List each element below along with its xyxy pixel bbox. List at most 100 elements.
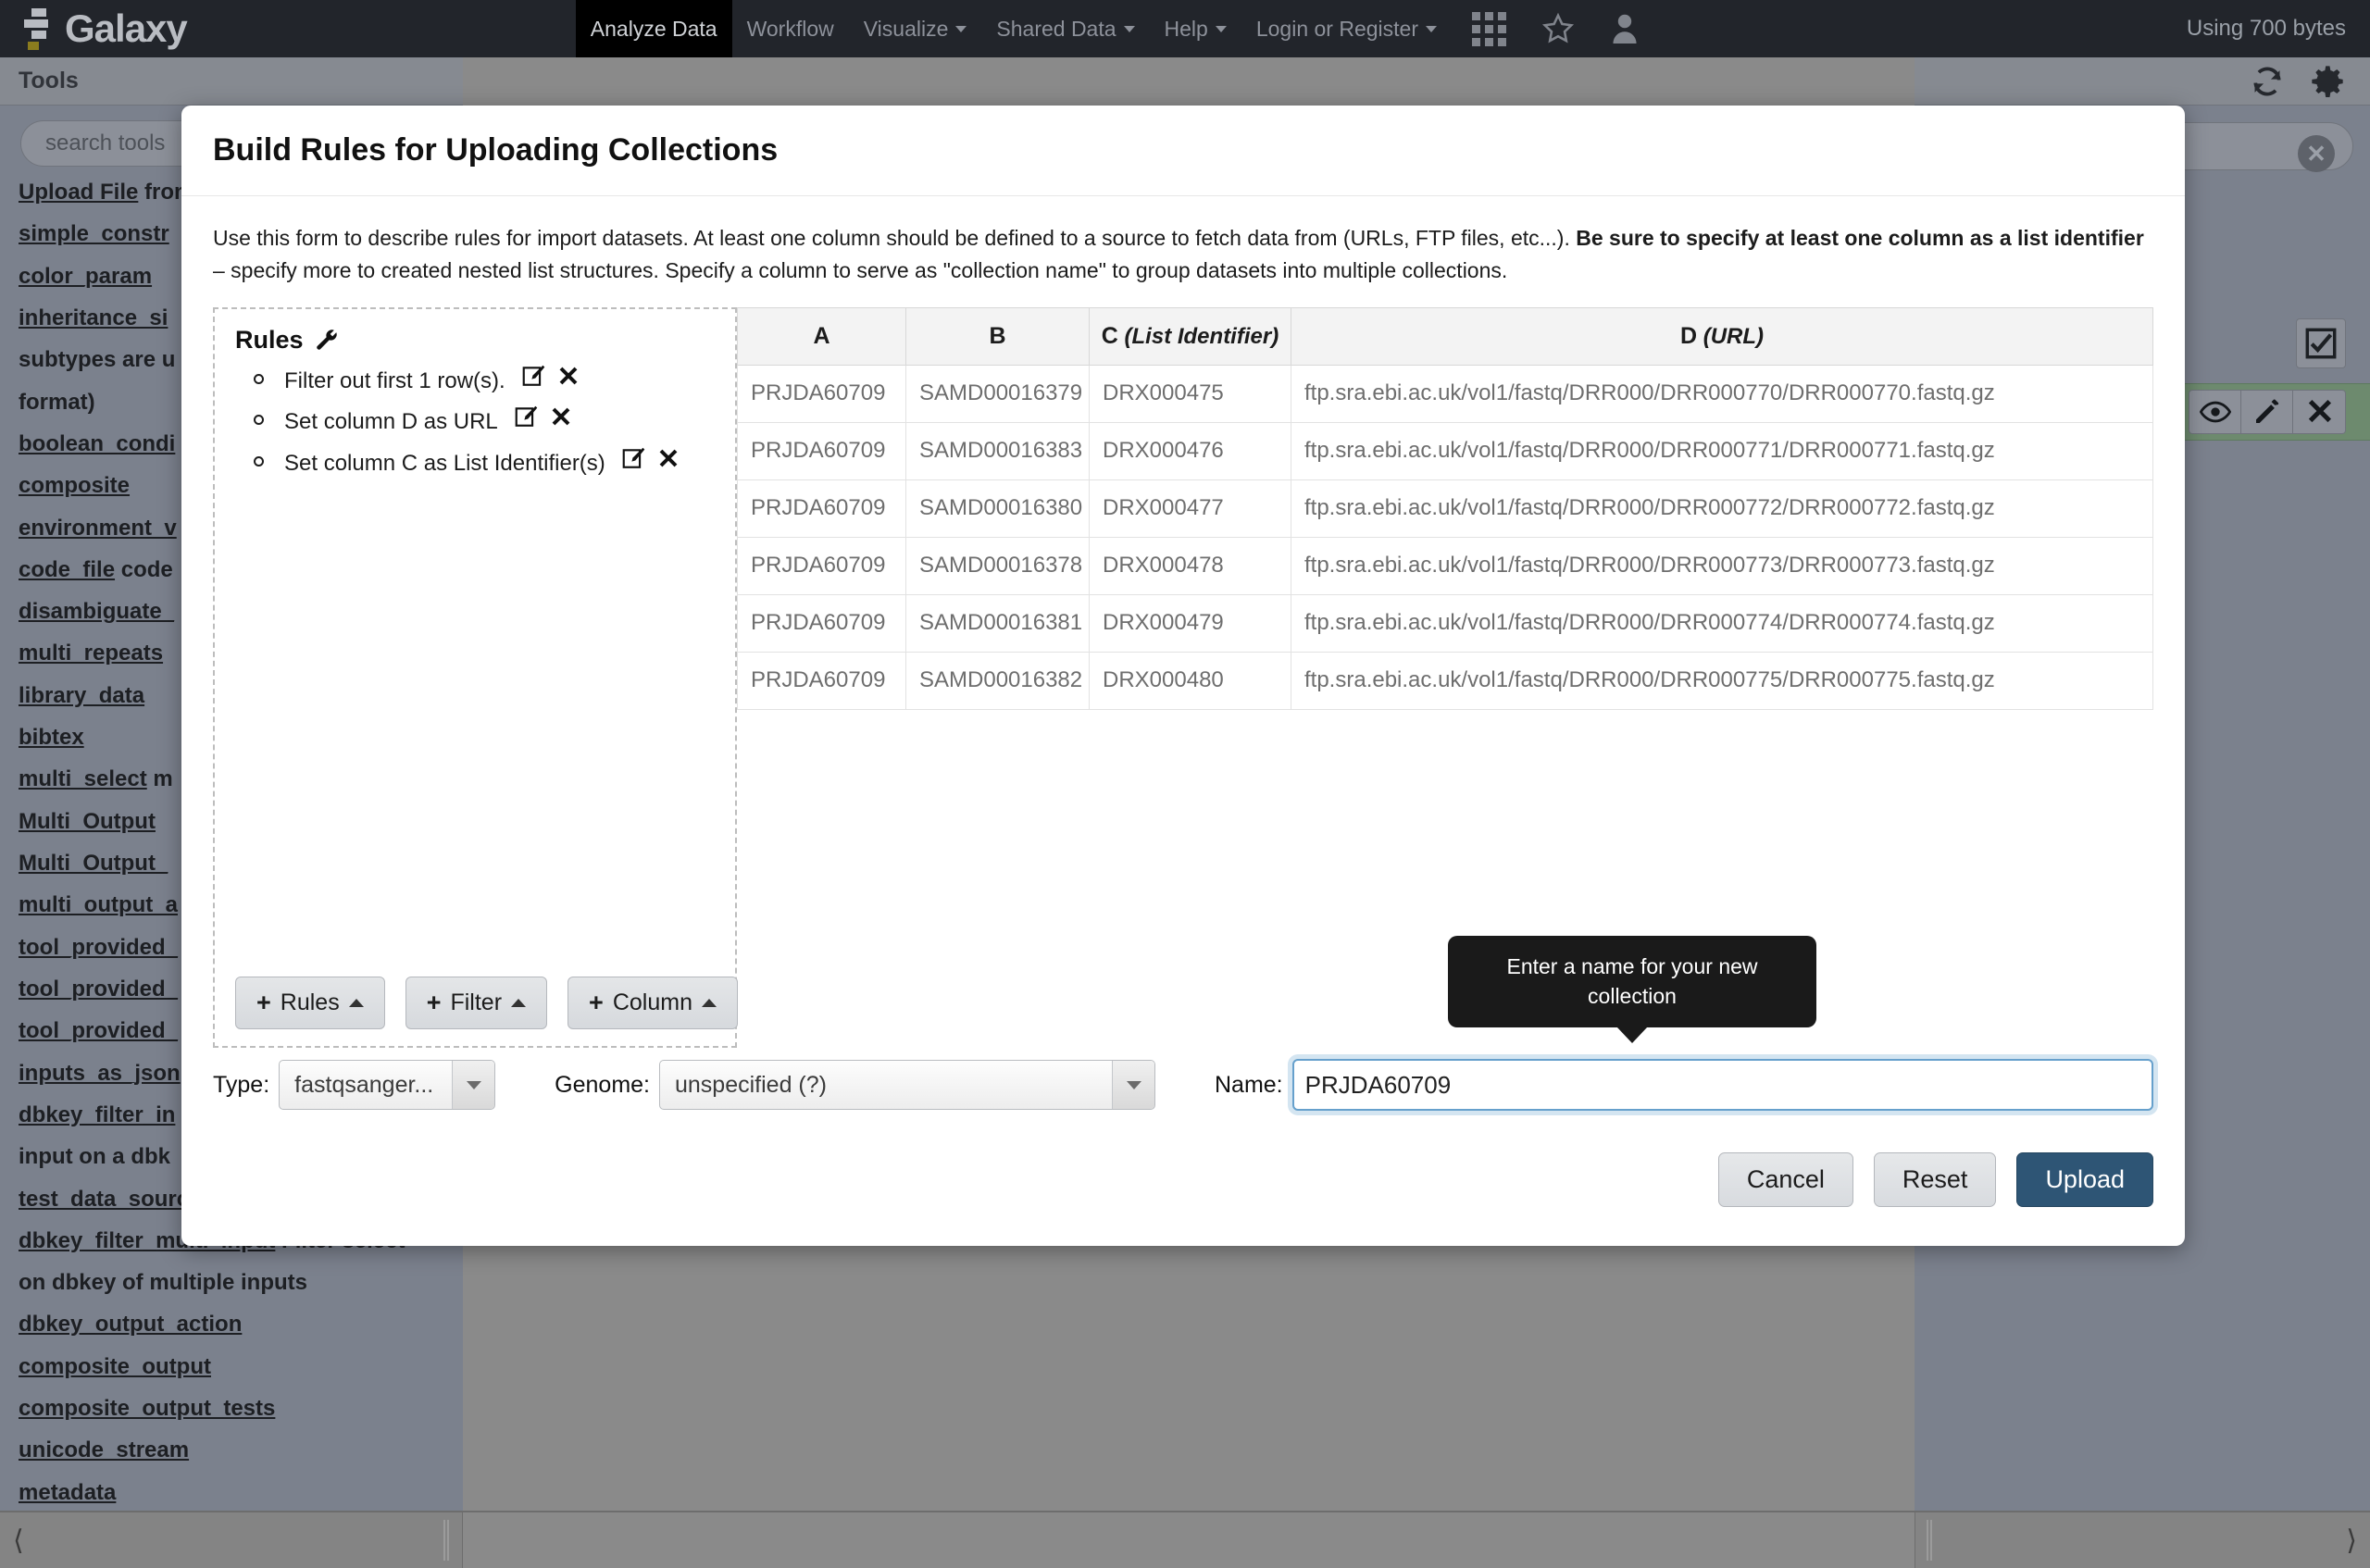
drag-handle-left[interactable] xyxy=(443,1520,451,1561)
tool-list-item[interactable]: composite_output xyxy=(19,1354,448,1380)
upload-button[interactable]: Upload xyxy=(2016,1152,2153,1207)
pencil-icon[interactable] xyxy=(2241,391,2293,433)
table-cell: ftp.sra.ebi.ac.uk/vol1/fastq/DRR000/DRR0… xyxy=(1291,593,2153,653)
remove-icon[interactable] xyxy=(557,365,580,387)
rules-and-table: Rules Filter out first 1 row(s). Set colu… xyxy=(213,306,2153,1048)
chevron-down-icon[interactable] xyxy=(1112,1061,1154,1109)
edit-icon[interactable] xyxy=(522,364,546,388)
name-tooltip: Enter a name for your new collection xyxy=(1448,936,1816,1027)
table-header-cell[interactable]: C (List Identifier) xyxy=(1089,306,1291,366)
tool-link[interactable]: tool_provided_ xyxy=(19,977,178,1002)
chevron-right-icon[interactable]: ⟩ xyxy=(2333,1524,2370,1557)
add-column-button[interactable]: + Column xyxy=(568,976,738,1029)
tool-list-item[interactable]: metadata xyxy=(19,1480,448,1506)
tool-link[interactable]: simple_constr xyxy=(19,221,169,246)
refresh-icon[interactable] xyxy=(2250,64,2285,99)
tool-link[interactable]: composite xyxy=(19,473,130,498)
tool-panel-title: Tools xyxy=(0,57,463,106)
nav-item-visualize[interactable]: Visualize xyxy=(849,0,982,57)
add-rules-button[interactable]: + Rules xyxy=(235,976,385,1029)
table-cell: DRX000476 xyxy=(1089,421,1291,480)
add-column-label: Column xyxy=(612,989,692,1015)
tool-link[interactable]: inheritance_si xyxy=(19,305,168,330)
main-nav: Analyze Data Workflow Visualize Shared D… xyxy=(575,0,1640,57)
tool-link[interactable]: multi_output_a xyxy=(19,892,178,917)
rule-item: Filter out first 1 row(s). xyxy=(235,364,715,399)
table-header-cell[interactable]: A xyxy=(737,306,906,366)
cancel-button[interactable]: Cancel xyxy=(1717,1152,1853,1207)
tool-link[interactable]: metadata xyxy=(19,1480,116,1505)
nav-item-workflow[interactable]: Workflow xyxy=(732,0,849,57)
tool-list-item[interactable]: on dbkey of multiple inputs xyxy=(19,1270,448,1296)
collapse-history-panel[interactable]: ⟩ xyxy=(1915,1511,2370,1568)
tool-link[interactable]: dbkey_output_action xyxy=(19,1312,242,1337)
tool-link[interactable]: composite_output_tests xyxy=(19,1396,275,1421)
table-cell: SAMD00016378 xyxy=(905,536,1090,595)
tool-link[interactable]: boolean_condi xyxy=(19,431,175,456)
tool-link[interactable]: tool_provided_ xyxy=(19,935,178,960)
eye-icon[interactable] xyxy=(2189,391,2241,433)
remove-icon[interactable] xyxy=(550,405,572,428)
nav-item-login-register[interactable]: Login or Register xyxy=(1241,0,1452,57)
tool-link[interactable]: composite_output xyxy=(19,1354,211,1379)
type-select[interactable]: fastqsanger... xyxy=(279,1060,496,1110)
wrench-icon[interactable] xyxy=(314,328,339,353)
table-cell: PRJDA60709 xyxy=(737,536,906,595)
chevron-down-icon xyxy=(1123,25,1135,32)
add-filter-button[interactable]: + Filter xyxy=(405,976,548,1029)
chevron-down-icon[interactable] xyxy=(452,1061,495,1109)
tool-link[interactable]: library_data xyxy=(19,683,144,708)
tool-link[interactable]: Multi_Output xyxy=(19,809,156,834)
nav-item-analyze-data[interactable]: Analyze Data xyxy=(575,0,732,57)
genome-select[interactable]: unspecified (?) xyxy=(659,1060,1155,1110)
tool-link[interactable]: disambiguate_ xyxy=(19,599,174,624)
bullet-icon xyxy=(254,455,264,467)
tool-list-item[interactable]: dbkey_output_action xyxy=(19,1312,448,1338)
user-icon[interactable] xyxy=(1610,12,1640,45)
tool-link[interactable]: inputs_as_json xyxy=(19,1061,181,1086)
brand[interactable]: Galaxy xyxy=(24,8,188,50)
clear-icon[interactable]: ✕ xyxy=(2298,135,2335,172)
edit-icon[interactable] xyxy=(622,446,646,470)
delete-icon[interactable] xyxy=(2293,391,2345,433)
select-all-checkbox[interactable] xyxy=(2296,318,2346,368)
tool-link[interactable]: multi_repeats xyxy=(19,641,163,666)
tool-list-item[interactable]: unicode_stream xyxy=(19,1437,448,1463)
tool-link[interactable]: code_file xyxy=(19,557,115,582)
table-header-cell[interactable]: D (URL) xyxy=(1291,306,2153,366)
tool-link[interactable]: color_param xyxy=(19,264,152,289)
tool-link[interactable]: unicode_stream xyxy=(19,1437,189,1462)
tool-link[interactable]: Upload File xyxy=(19,180,138,205)
tool-link[interactable]: multi_select xyxy=(19,766,147,791)
gear-icon[interactable] xyxy=(2309,63,2346,100)
tool-link[interactable]: test_data_source xyxy=(19,1187,201,1212)
disk-usage: Using 700 bytes xyxy=(2186,16,2346,41)
nav-item-help[interactable]: Help xyxy=(1150,0,1241,57)
modal-title: Build Rules for Uploading Collections xyxy=(213,132,779,168)
rules-table-pane: ABC (List Identifier) D (URL) PRJDA60709 S… xyxy=(737,306,2153,1048)
grid-icon[interactable] xyxy=(1472,11,1506,46)
tool-list-item[interactable]: composite_output_tests xyxy=(19,1396,448,1422)
table-row: PRJDA60709 SAMD00016379 DRX000475 ftp.sra.e… xyxy=(737,364,2153,423)
table-header-cell[interactable]: B xyxy=(905,306,1090,366)
collapse-tool-panel[interactable]: ⟨ xyxy=(0,1511,463,1568)
edit-icon[interactable] xyxy=(515,404,539,429)
reset-button[interactable]: Reset xyxy=(1873,1152,1997,1207)
collection-name-input[interactable] xyxy=(1291,1059,2153,1111)
drag-handle-right[interactable] xyxy=(1927,1520,1934,1561)
tool-description: code xyxy=(115,556,173,582)
star-icon[interactable] xyxy=(1541,12,1575,45)
table-row: PRJDA60709 SAMD00016382 DRX000480 ftp.sra.e… xyxy=(737,651,2153,710)
remove-icon[interactable] xyxy=(657,447,680,469)
tool-link[interactable]: dbkey_filter_in xyxy=(19,1102,175,1127)
rules-table: ABC (List Identifier) D (URL) PRJDA60709 S… xyxy=(737,306,2153,710)
plus-icon: + xyxy=(589,988,604,1016)
nav-item-shared-data[interactable]: Shared Data xyxy=(981,0,1149,57)
tool-link[interactable]: bibtex xyxy=(19,725,84,750)
chevron-up-icon xyxy=(348,998,364,1007)
tool-link[interactable]: environment_v xyxy=(19,516,177,541)
chevron-left-icon[interactable]: ⟨ xyxy=(0,1524,37,1557)
tool-link[interactable]: tool_provided_ xyxy=(19,1018,178,1043)
table-row: PRJDA60709 SAMD00016380 DRX000477 ftp.sra.e… xyxy=(737,479,2153,538)
tool-link[interactable]: Multi_Output_ xyxy=(19,851,168,876)
